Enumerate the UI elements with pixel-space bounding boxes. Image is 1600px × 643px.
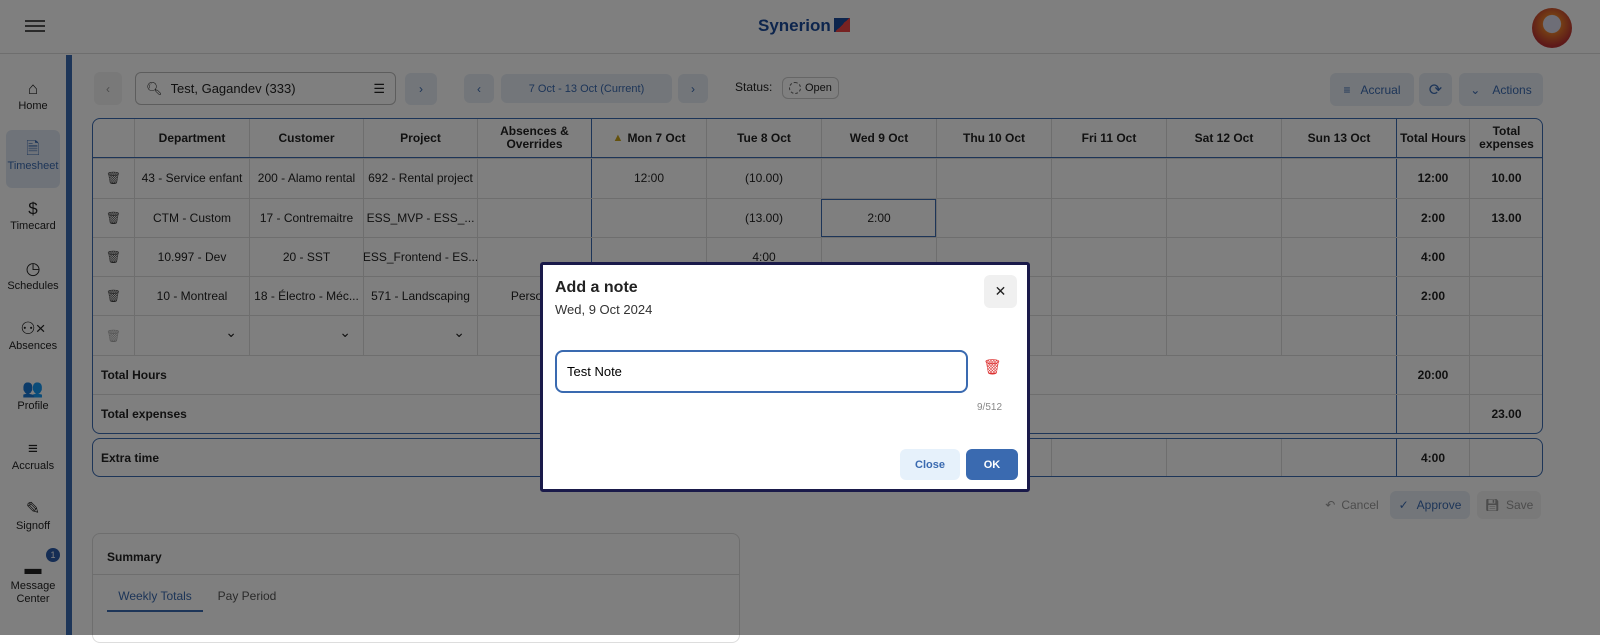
close-icon[interactable]: ✕ [984,275,1017,308]
delete-note-icon[interactable]: 🗑︎ [983,358,1002,376]
ok-button[interactable]: OK [966,449,1018,480]
add-note-dialog: Add a note Wed, 9 Oct 2024 ✕ 🗑︎ 9/512 Cl… [540,262,1030,492]
character-counter: 9/512 [977,402,1003,413]
note-input[interactable] [555,350,968,393]
close-button[interactable]: Close [900,449,960,480]
dialog-date: Wed, 9 Oct 2024 [555,302,653,317]
dialog-title: Add a note [555,279,638,296]
